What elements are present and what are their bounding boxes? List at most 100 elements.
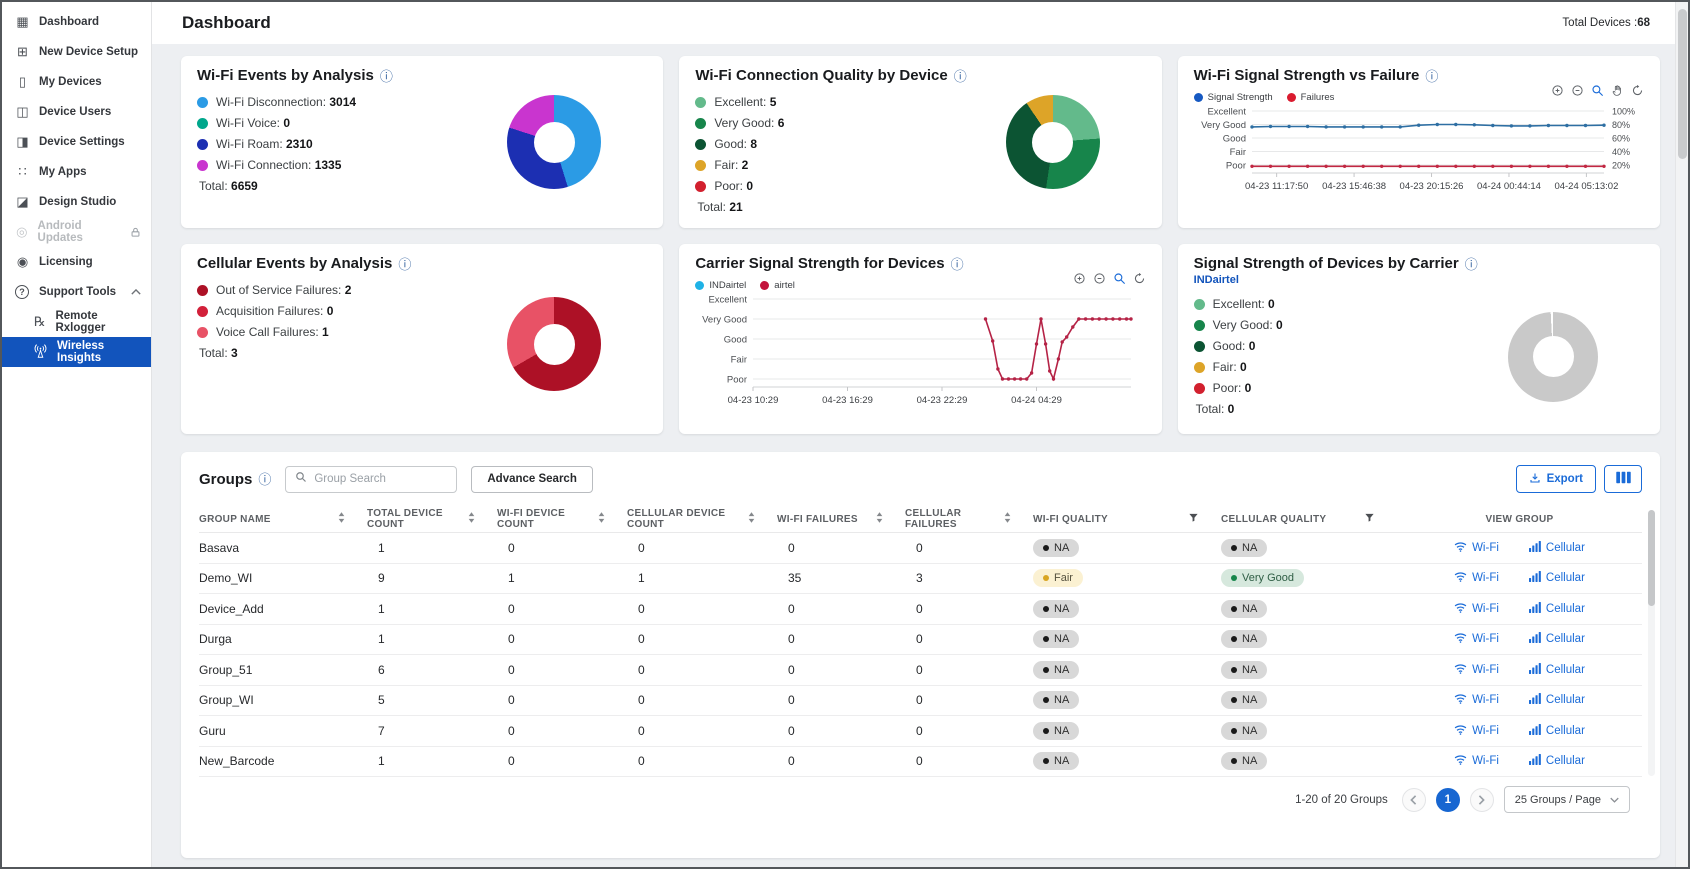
legend-item[interactable]: Acquisition Failures: 0: [197, 304, 351, 318]
column-header-wi-fi-quality[interactable]: WI-FI QUALITY: [1033, 512, 1221, 526]
zoom-in-button[interactable]: [1551, 84, 1564, 97]
info-icon[interactable]: ⓘ: [380, 70, 393, 83]
legend-item[interactable]: Excellent: 5: [695, 95, 784, 109]
view-wifi-link[interactable]: Wi-Fi: [1454, 724, 1499, 738]
series-legend-item[interactable]: Failures: [1287, 92, 1335, 103]
export-button[interactable]: Export: [1516, 465, 1596, 493]
info-icon[interactable]: ⓘ: [398, 258, 411, 271]
info-icon[interactable]: ⓘ: [1425, 70, 1438, 83]
zoom-select-button[interactable]: [1591, 84, 1604, 97]
svg-text:Poor: Poor: [1226, 161, 1246, 172]
column-header-group-name[interactable]: GROUP NAME: [199, 512, 367, 526]
series-legend-item[interactable]: INDairtel: [695, 280, 746, 291]
sort-icon[interactable]: [598, 512, 605, 526]
legend-item[interactable]: Poor: 0: [695, 179, 784, 193]
view-wifi-link[interactable]: Wi-Fi: [1454, 571, 1499, 585]
legend-item[interactable]: Wi-Fi Voice: 0: [197, 116, 356, 130]
view-cellular-link[interactable]: Cellular: [1529, 541, 1585, 555]
column-header-wi-fi-device-count[interactable]: WI-FI DEVICE COUNT: [497, 508, 627, 530]
next-page-button[interactable]: [1470, 788, 1494, 812]
sort-icon[interactable]: [748, 512, 755, 526]
info-icon[interactable]: ⓘ: [954, 70, 967, 83]
view-wifi-link[interactable]: Wi-Fi: [1454, 632, 1499, 646]
column-header-cellular-quality[interactable]: CELLULAR QUALITY: [1221, 512, 1397, 526]
view-wifi-link[interactable]: Wi-Fi: [1454, 693, 1499, 707]
device-settings-icon: ◨: [15, 134, 30, 150]
sidebar-item-support-tools[interactable]: ?Support Tools: [2, 277, 151, 307]
legend-item[interactable]: Fair: 0: [1194, 360, 1283, 374]
legend-item[interactable]: Out of Service Failures: 2: [197, 283, 351, 297]
sidebar-item-design-studio[interactable]: ◪Design Studio: [2, 187, 151, 217]
filter-icon[interactable]: [1188, 512, 1199, 526]
legend-item[interactable]: Poor: 0: [1194, 381, 1283, 395]
column-header-total-device-count[interactable]: TOTAL DEVICE COUNT: [367, 508, 497, 530]
view-wifi-link[interactable]: Wi-Fi: [1454, 602, 1499, 616]
card-cellular-events: Cellular Events by Analysis ⓘ Out of Ser…: [181, 244, 663, 434]
window-scrollbar[interactable]: [1675, 2, 1688, 867]
series-legend-item[interactable]: airtel: [760, 280, 795, 291]
sidebar-nav: ▦Dashboard⊞New Device Setup▯My Devices◫D…: [2, 7, 151, 367]
sidebar-item-my-devices[interactable]: ▯My Devices: [2, 67, 151, 97]
sort-icon[interactable]: [876, 512, 883, 526]
group-search-input[interactable]: [314, 473, 447, 485]
table-body: Basava10000NANAWi-FiCellularDemo_WI91135…: [199, 533, 1642, 777]
sidebar-item-dashboard[interactable]: ▦Dashboard: [2, 7, 151, 37]
zoom-out-button[interactable]: [1093, 272, 1106, 285]
sort-icon[interactable]: [468, 512, 475, 526]
cellular-failures: 0: [905, 693, 1033, 707]
legend-item[interactable]: Fair: 2: [695, 158, 784, 172]
cellular-device-count: 0: [627, 754, 777, 768]
legend-item[interactable]: Very Good: 6: [695, 116, 784, 130]
view-wifi-link[interactable]: Wi-Fi: [1454, 754, 1499, 768]
carrier-name[interactable]: INDairtel: [1194, 274, 1644, 286]
zoom-out-button[interactable]: [1571, 84, 1584, 97]
sidebar-item-new-device-setup[interactable]: ⊞New Device Setup: [2, 37, 151, 67]
view-cellular-link[interactable]: Cellular: [1529, 663, 1585, 677]
filter-icon[interactable]: [1364, 512, 1375, 526]
legend-item[interactable]: Wi-Fi Roam: 2310: [197, 137, 356, 151]
sidebar-item-remote-rxlogger[interactable]: ℞Remote Rxlogger: [2, 307, 151, 337]
column-settings-button[interactable]: [1604, 465, 1642, 493]
view-cellular-link[interactable]: Cellular: [1529, 571, 1585, 585]
zoom-select-button[interactable]: [1113, 272, 1126, 285]
column-header-cellular-failures[interactable]: CELLULAR FAILURES: [905, 508, 1033, 530]
legend-item[interactable]: Wi-Fi Disconnection: 3014: [197, 95, 356, 109]
sort-icon[interactable]: [1004, 512, 1011, 526]
table-scrollbar-thumb[interactable]: [1648, 510, 1655, 606]
column-header-wi-fi-failures[interactable]: WI-FI FAILURES: [777, 512, 905, 526]
reset-button[interactable]: [1133, 272, 1146, 285]
view-cellular-link[interactable]: Cellular: [1529, 602, 1585, 616]
sidebar-item-device-users[interactable]: ◫Device Users: [2, 97, 151, 127]
view-wifi-link[interactable]: Wi-Fi: [1454, 663, 1499, 677]
view-cellular-link[interactable]: Cellular: [1529, 632, 1585, 646]
advance-search-button[interactable]: Advance Search: [471, 466, 593, 493]
prev-page-button[interactable]: [1402, 788, 1426, 812]
column-header-cellular-device-count[interactable]: CELLULAR DEVICE COUNT: [627, 508, 777, 530]
view-wifi-link[interactable]: Wi-Fi: [1454, 541, 1499, 555]
legend-item[interactable]: Wi-Fi Connection: 1335: [197, 158, 356, 172]
window-scrollbar-thumb[interactable]: [1678, 9, 1687, 159]
legend-item[interactable]: Excellent: 0: [1194, 297, 1283, 311]
view-cellular-link[interactable]: Cellular: [1529, 693, 1585, 707]
current-page-button[interactable]: 1: [1436, 788, 1460, 812]
reset-button[interactable]: [1631, 84, 1644, 97]
sidebar-item-licensing[interactable]: ◉Licensing: [2, 247, 151, 277]
sidebar-item-wireless-insights[interactable]: Wireless Insights: [2, 337, 151, 367]
info-icon[interactable]: ⓘ: [258, 473, 271, 486]
view-cellular-link[interactable]: Cellular: [1529, 724, 1585, 738]
series-legend-item[interactable]: Signal Strength: [1194, 92, 1273, 103]
info-icon[interactable]: ⓘ: [1465, 258, 1478, 271]
sort-icon[interactable]: [338, 512, 345, 526]
view-cellular-link[interactable]: Cellular: [1529, 754, 1585, 768]
legend-item[interactable]: Very Good: 0: [1194, 318, 1283, 332]
legend-item[interactable]: Good: 0: [1194, 339, 1283, 353]
legend-item[interactable]: Good: 8: [695, 137, 784, 151]
sidebar-item-device-settings[interactable]: ◨Device Settings: [2, 127, 151, 157]
legend-item[interactable]: Voice Call Failures: 1: [197, 325, 351, 339]
pan-button[interactable]: [1611, 84, 1624, 97]
page-size-select[interactable]: 25 Groups / Page: [1504, 786, 1630, 813]
sidebar-item-my-apps[interactable]: ∷My Apps: [2, 157, 151, 187]
info-icon[interactable]: ⓘ: [951, 258, 964, 271]
table-scrollbar[interactable]: [1648, 510, 1655, 776]
zoom-in-button[interactable]: [1073, 272, 1086, 285]
